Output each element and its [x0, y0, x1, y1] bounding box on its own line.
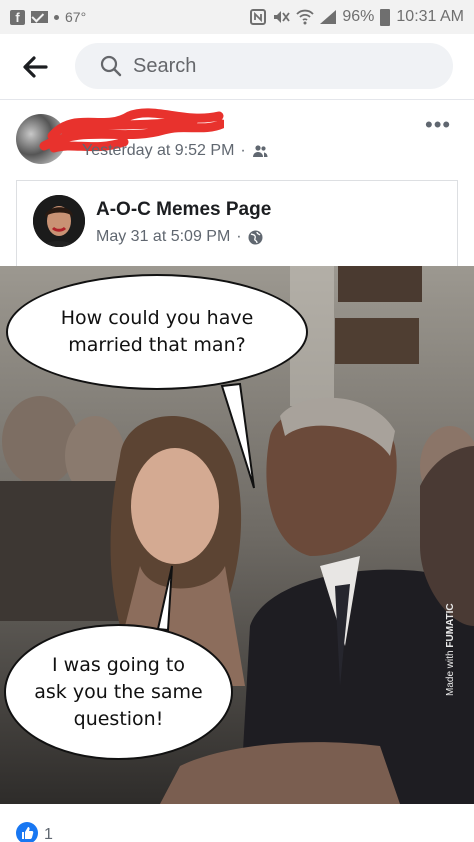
shared-post-card[interactable]: A-O-C Memes Page May 31 at 5:09 PM · [16, 180, 458, 266]
meta-separator: · [236, 228, 242, 245]
friends-icon [252, 145, 268, 157]
wifi-icon [296, 9, 315, 25]
speech-bubble-bottom: I was going to ask you the same question… [4, 624, 233, 760]
status-bar: f 67° 96% 10:31 AM [0, 0, 474, 34]
shared-post-timestamp[interactable]: May 31 at 5:09 PM [96, 228, 230, 246]
watermark-prefix: Made with [445, 647, 456, 696]
search-input[interactable] [133, 54, 433, 78]
post-meta: Yesterday at 9:52 PM · [82, 142, 268, 160]
page-avatar[interactable] [33, 195, 85, 247]
reactions-bar: 1 [0, 806, 474, 842]
page-name[interactable]: A-O-C Memes Page [96, 199, 271, 221]
mute-icon [272, 9, 291, 25]
search-icon [100, 55, 122, 77]
nfc-icon [250, 9, 267, 25]
watermark-brand: FUMATIC [445, 603, 456, 648]
globe-icon [248, 230, 263, 244]
reaction-count[interactable]: 1 [44, 826, 53, 842]
clock: 10:31 AM [396, 8, 464, 25]
like-icon[interactable] [16, 822, 38, 842]
shared-post-meta: May 31 at 5:09 PM · [96, 228, 263, 246]
meme-image[interactable]: How could you have married that man? I w… [0, 266, 474, 804]
search-bar[interactable] [75, 43, 453, 89]
battery-percent: 96% [342, 8, 375, 25]
meta-separator: · [240, 142, 246, 159]
more-options-button[interactable]: ••• [425, 114, 451, 136]
back-arrow-icon [23, 56, 48, 78]
back-button[interactable] [18, 52, 52, 82]
mail-notification-icon [31, 11, 48, 23]
signal-icon [320, 10, 337, 24]
battery-icon [380, 8, 391, 26]
search-header [0, 34, 474, 100]
speech-bubble-top-text: How could you have married that man? [60, 307, 254, 356]
page-avatar-portrait-icon [33, 195, 85, 247]
post-header: Yesterday at 9:52 PM · ••• [0, 100, 474, 174]
facebook-notification-icon: f [10, 9, 25, 25]
post-timestamp[interactable]: Yesterday at 9:52 PM [82, 142, 234, 160]
watermark: Made with FUMATIC [445, 603, 459, 696]
speech-bubble-bottom-text: I was going to ask you the same question… [34, 653, 203, 730]
temperature-text: 67° [65, 9, 87, 25]
speech-bubble-top: How could you have married that man? [6, 274, 308, 390]
notification-dot-icon [54, 14, 59, 20]
